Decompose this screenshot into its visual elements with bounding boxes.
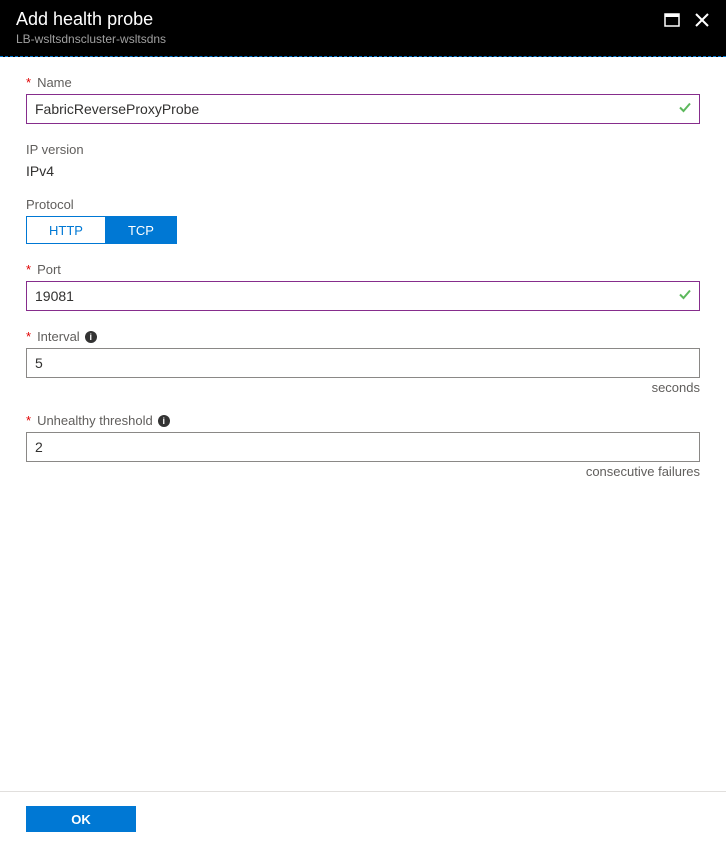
protocol-label: Protocol (26, 197, 700, 212)
required-indicator: * (26, 262, 31, 277)
port-input[interactable] (26, 281, 700, 311)
interval-input[interactable] (26, 348, 700, 378)
name-field-group: * Name (26, 75, 700, 124)
form-content: * Name IP version IPv4 Protocol HTTP TCP… (0, 57, 726, 791)
port-input-wrapper (26, 281, 700, 311)
required-indicator: * (26, 413, 31, 428)
header-titles: Add health probe LB-wsltsdnscluster-wslt… (16, 8, 166, 46)
interval-label: * Interval i (26, 329, 700, 344)
checkmark-icon (678, 101, 692, 118)
ipversion-field-group: IP version IPv4 (26, 142, 700, 179)
ipversion-value: IPv4 (26, 163, 700, 179)
interval-input-wrapper (26, 348, 700, 378)
threshold-field-group: * Unhealthy threshold i consecutive fail… (26, 413, 700, 479)
required-indicator: * (26, 329, 31, 344)
threshold-input[interactable] (26, 432, 700, 462)
ok-button[interactable]: OK (26, 806, 136, 832)
threshold-label: * Unhealthy threshold i (26, 413, 700, 428)
info-icon[interactable]: i (158, 415, 170, 427)
checkmark-icon (678, 288, 692, 305)
threshold-input-wrapper (26, 432, 700, 462)
protocol-tcp-button[interactable]: TCP (106, 216, 177, 244)
protocol-toggle: HTTP TCP (26, 216, 700, 244)
interval-field-group: * Interval i seconds (26, 329, 700, 395)
port-field-group: * Port (26, 262, 700, 311)
blade-subtitle: LB-wsltsdnscluster-wsltsdns (16, 32, 166, 46)
name-label: * Name (26, 75, 700, 90)
protocol-field-group: Protocol HTTP TCP (26, 197, 700, 244)
blade-footer: OK (0, 791, 726, 850)
ipversion-label: IP version (26, 142, 700, 157)
threshold-hint: consecutive failures (26, 464, 700, 479)
required-indicator: * (26, 75, 31, 90)
name-input-wrapper (26, 94, 700, 124)
interval-hint: seconds (26, 380, 700, 395)
close-icon[interactable] (694, 12, 710, 28)
name-input[interactable] (26, 94, 700, 124)
blade-title: Add health probe (16, 8, 166, 31)
protocol-http-button[interactable]: HTTP (26, 216, 106, 244)
info-icon[interactable]: i (85, 331, 97, 343)
port-label: * Port (26, 262, 700, 277)
restore-window-icon[interactable] (664, 13, 680, 27)
header-controls (664, 12, 710, 28)
blade-header: Add health probe LB-wsltsdnscluster-wslt… (0, 0, 726, 57)
